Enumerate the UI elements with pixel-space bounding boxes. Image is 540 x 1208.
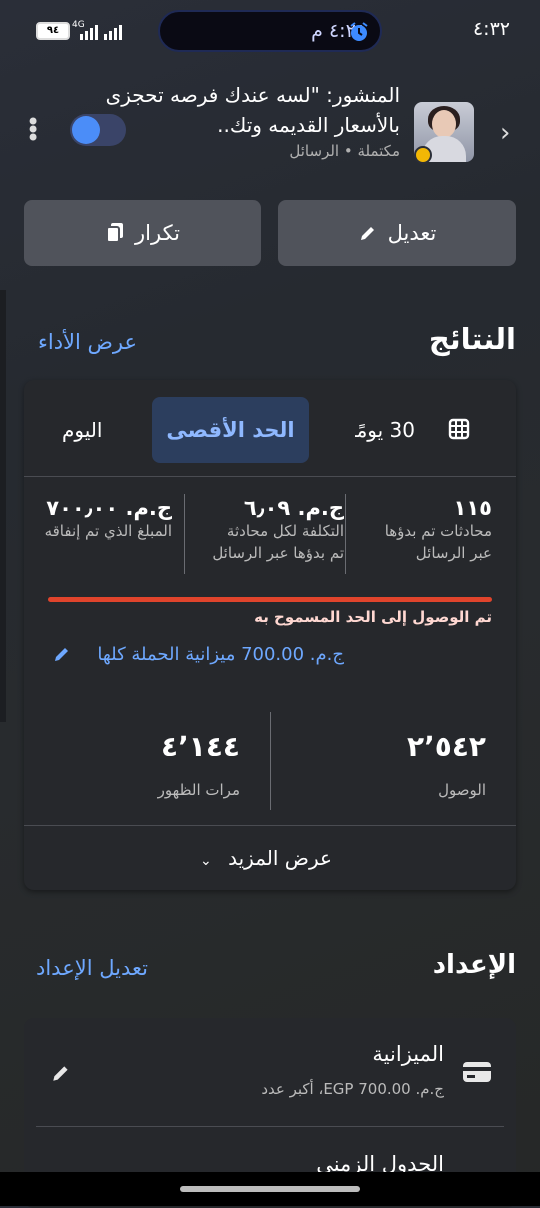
divider	[345, 494, 346, 574]
more-options-icon[interactable]: • • •	[26, 110, 40, 150]
cost-value: ج.م. ٦٫٠٩	[243, 496, 344, 520]
table-icon[interactable]	[448, 418, 470, 444]
reach-metric: ٢٬٥٤٢ الوصول	[407, 730, 486, 799]
edit-button-label: تعديل	[387, 221, 437, 245]
alarm-icon	[348, 21, 370, 47]
battery-level: ٩٤	[46, 25, 60, 36]
reach-label: الوصول	[438, 781, 486, 799]
credit-card-icon	[462, 1060, 492, 1088]
pencil-icon[interactable]	[52, 644, 72, 668]
edit-button[interactable]: تعديل	[278, 200, 516, 266]
campaign-toggle[interactable]	[70, 114, 126, 146]
spent-label: المبلغ الذي تم إنفاقه	[44, 522, 172, 540]
divider	[36, 1126, 504, 1127]
conversations-label-2: عبر الرسائل	[415, 544, 492, 562]
reach-value: ٢٬٥٤٢	[407, 730, 486, 763]
battery-icon: ٩٤	[36, 22, 70, 40]
conversations-metric: ١١٥ محادثات تم بدؤها عبر الرسائل	[362, 496, 492, 564]
impressions-metric: ٤٬١٤٤ مرات الظهور	[158, 730, 240, 799]
view-performance-link[interactable]: عرض الأداء	[38, 330, 137, 354]
cost-label: التكلفة لكل محادثة	[226, 522, 344, 540]
limit-reached-text: تم الوصول إلى الحد المسموح به	[254, 608, 492, 626]
setup-heading: الإعداد	[432, 950, 516, 980]
chevron-right-icon[interactable]: ›	[500, 118, 510, 148]
duplicate-button[interactable]: تكرار	[24, 200, 261, 266]
spent-value: ج.م. ٧٠٠٫٠٠	[46, 496, 172, 520]
left-edge-shade	[0, 290, 6, 722]
tab-30-days[interactable]: 30 يومًا	[355, 418, 415, 442]
impressions-label: مرات الظهور	[157, 781, 240, 799]
show-more-label: عرض المزيد	[228, 846, 332, 870]
tab-today[interactable]: اليوم	[62, 418, 102, 442]
clock: ٤:٣٢	[472, 18, 510, 40]
impressions-value: ٤٬١٤٤	[161, 730, 240, 763]
divider	[184, 494, 185, 574]
chevron-down-icon: ⌄	[200, 853, 212, 869]
status-dot	[414, 146, 432, 164]
divider	[24, 476, 516, 477]
tab-maximum[interactable]: الحد الأقصى	[152, 397, 309, 463]
budget-title: الميزانية	[372, 1042, 444, 1066]
campaign-budget-link[interactable]: ج.م. 700.00 ميزانية الحملة كلها	[97, 644, 344, 665]
results-heading: النتائج	[428, 322, 516, 356]
cost-label-2: تم بدؤها عبر الرسائل	[212, 544, 344, 562]
duplicate-button-label: تكرار	[135, 221, 181, 245]
copy-icon	[106, 223, 123, 243]
dynamic-island: ٤:٢٨ م	[158, 10, 382, 52]
spent-metric: ج.م. ٧٠٠٫٠٠ المبلغ الذي تم إنفاقه	[32, 496, 172, 542]
show-more-button[interactable]: عرض المزيد ⌄	[200, 846, 332, 870]
edit-budget-icon[interactable]	[50, 1062, 72, 1088]
post-subtitle: مكتملة • الرسائل	[289, 142, 400, 160]
spend-progress-bar	[48, 597, 492, 602]
home-indicator[interactable]	[180, 1186, 360, 1192]
conversations-value: ١١٥	[453, 496, 492, 520]
divider	[24, 825, 516, 826]
status-bar: ٩٤ 4G ٤:٢٨ م ٤:٣٢	[0, 0, 540, 60]
pencil-icon	[360, 227, 374, 240]
budget-subtitle: ج.م. EGP 700.00، أكبر عدد	[261, 1080, 444, 1098]
conversations-label: محادثات تم بدؤها	[384, 522, 492, 540]
edit-setup-link[interactable]: تعديل الإعداد	[36, 956, 148, 980]
cost-metric: ج.م. ٦٫٠٩ التكلفة لكل محادثة تم بدؤها عب…	[194, 496, 344, 564]
signal-icon	[80, 24, 126, 44]
divider	[270, 712, 271, 810]
